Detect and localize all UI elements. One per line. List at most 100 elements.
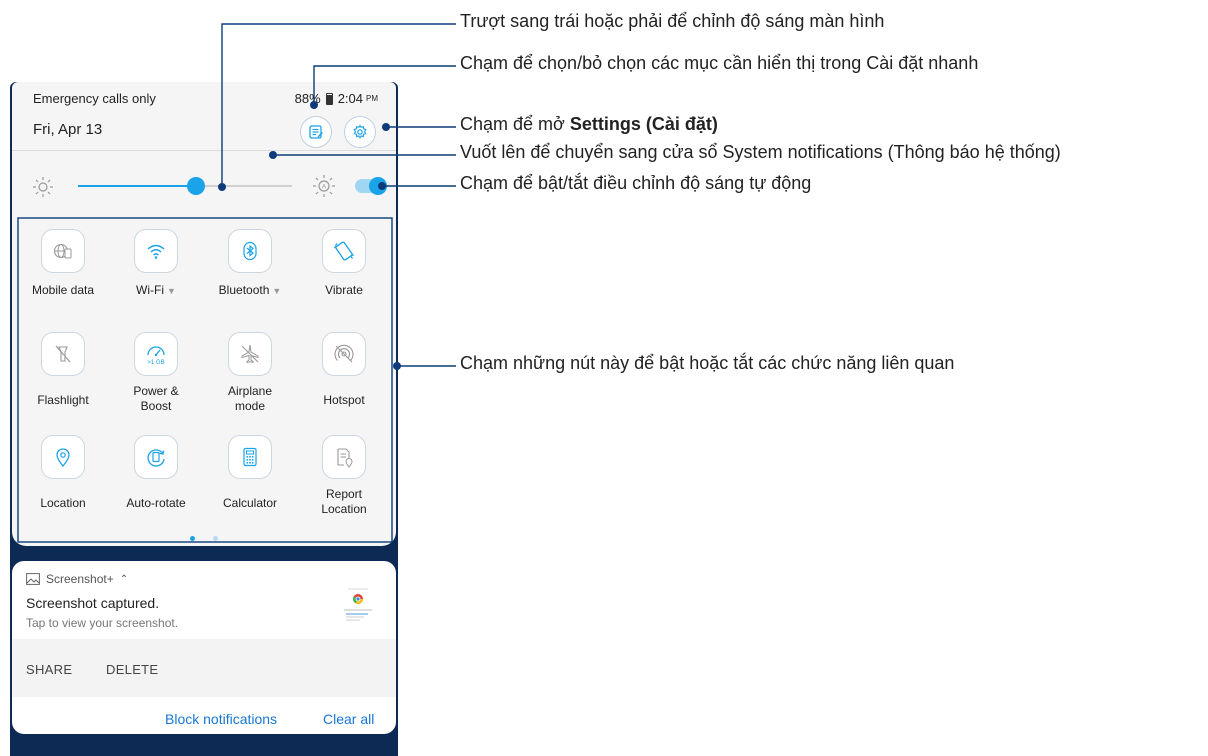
quick-settings-tiles: Mobile data Wi-Fi ▼ Bluetooth ▼ Vibrate … (18, 217, 393, 542)
tile-icon-box (41, 229, 85, 273)
tile-report-location[interactable]: Report Location (299, 435, 389, 517)
globe-sim-icon (53, 243, 72, 259)
page-dot-active[interactable] (189, 536, 195, 541)
battery-icon (325, 92, 333, 105)
tile-icon-box (41, 332, 85, 376)
auto-brightness-toggle[interactable] (355, 177, 387, 195)
tile-label: Power & Boost (133, 384, 179, 413)
tile-icon-box (322, 229, 366, 273)
callout-open-settings-prefix: Chạm để mở (460, 114, 570, 134)
auto-brightness-toggle-knob (369, 177, 387, 195)
tile-icon-box (228, 332, 272, 376)
share-button[interactable]: SHARE (26, 662, 72, 677)
tile-hotspot[interactable]: Hotspot (299, 332, 389, 408)
screenshot-notification[interactable]: Screenshot+ ⌃ Screenshot captured. Tap t… (12, 561, 396, 734)
tile-icon-box (322, 435, 366, 479)
notification-app-header[interactable]: Screenshot+ ⌃ (26, 572, 128, 586)
notification-title: Screenshot captured. (26, 595, 160, 611)
auto-brightness-icon: A (313, 175, 335, 197)
bluetooth-icon (243, 241, 257, 261)
notification-text: Tap to view your screenshot. (26, 616, 179, 630)
date-label: Fri, Apr 13 (33, 121, 103, 138)
brightness-low-icon (33, 177, 53, 197)
report-location-icon (337, 448, 353, 468)
status-meridiem: PM (366, 94, 378, 103)
block-notifications-button[interactable]: Block notifications (165, 711, 277, 727)
wifi-icon (147, 244, 165, 259)
screenshot-thumbnail[interactable] (338, 585, 378, 631)
callout-auto-brightness: Chạm để bật/tắt điều chỉnh độ sáng tự độ… (460, 173, 812, 193)
boost-gauge-icon: >1 GB (147, 346, 165, 366)
tile-icon-box: >1 GB (134, 332, 178, 376)
tile-icon-box (41, 435, 85, 479)
auto-rotate-icon (147, 449, 165, 467)
tile-label: Vibrate (325, 283, 363, 297)
battery-percent: 88% (294, 91, 321, 106)
tile-icon-box (228, 229, 272, 273)
tile-airplane-mode[interactable]: Airplane mode (205, 332, 295, 414)
brightness-slider-fill (78, 185, 196, 187)
tile-label: Calculator (222, 496, 278, 510)
callout-open-settings-bold: Settings (Cài đặt) (569, 114, 718, 134)
status-carrier-text: Emergency calls only (33, 91, 156, 106)
tile-label: Auto-rotate (126, 496, 186, 510)
location-pin-icon (56, 448, 70, 468)
svg-text:A: A (322, 184, 327, 191)
phone-screen: Emergency calls only 88% 2:04 PM Fri, Ap… (10, 82, 398, 756)
tile-label: Airplane mode (227, 384, 273, 413)
callout-swipe-up: Vuốt lên để chuyển sang cửa sổ System no… (460, 142, 1061, 162)
callout-open-settings: Chạm để mở Settings (Cài đặt) (460, 114, 718, 135)
tile-label: Hotspot (323, 393, 365, 407)
tile-label: Wi-Fi ▼ (111, 283, 201, 299)
edit-list-icon (309, 125, 323, 139)
notification-actions: SHARE DELETE (12, 639, 396, 697)
status-time: 2:04 (337, 91, 363, 106)
clear-all-button[interactable]: Clear all (323, 711, 374, 727)
dropdown-caret-icon[interactable]: ▼ (272, 286, 281, 296)
expand-chevron-up-icon[interactable]: ⌃ (120, 574, 128, 585)
tile-mobile-data[interactable]: Mobile data (18, 229, 108, 298)
tile-label: Location (40, 496, 86, 510)
status-bar-right: 88% 2:04 PM (295, 91, 378, 106)
tile-icon-box (228, 435, 272, 479)
callout-edit-quick-settings: Chạm để chọn/bỏ chọn các mục cần hiển th… (460, 53, 979, 73)
tile-vibrate[interactable]: Vibrate (299, 229, 389, 298)
tile-location[interactable]: Location (18, 435, 108, 511)
hotspot-off-icon (334, 344, 354, 363)
calculator-icon (243, 447, 257, 467)
tile-wifi[interactable]: Wi-Fi ▼ (111, 229, 201, 299)
tile-label: Report Location (321, 487, 367, 516)
brightness-slider-track[interactable] (78, 185, 292, 187)
dropdown-caret-icon[interactable]: ▼ (167, 286, 176, 296)
flashlight-off-icon (55, 345, 71, 363)
tile-icon-box (322, 332, 366, 376)
tile-calculator[interactable]: Calculator (205, 435, 295, 511)
page-dot[interactable] (213, 536, 219, 541)
tile-flashlight[interactable]: Flashlight (18, 332, 108, 408)
tile-label: Bluetooth ▼ (205, 283, 295, 299)
tile-power-boost[interactable]: >1 GB Power & Boost (111, 332, 201, 414)
tile-icon-box (134, 229, 178, 273)
vibrate-icon (334, 241, 354, 261)
edit-quick-settings-button[interactable] (300, 116, 332, 148)
image-icon (26, 573, 40, 585)
tile-label-text: Wi-Fi (136, 283, 165, 297)
tile-label: Mobile data (31, 283, 95, 297)
callout-tiles: Chạm những nút này để bật hoặc tắt các c… (460, 353, 955, 373)
svg-text:>1 GB: >1 GB (147, 360, 164, 366)
notification-app-name: Screenshot+ (46, 572, 114, 586)
tile-icon-box (134, 435, 178, 479)
page-indicator (12, 528, 396, 546)
tile-auto-rotate[interactable]: Auto-rotate (111, 435, 201, 511)
airplane-icon (241, 344, 259, 364)
header-divider (12, 150, 396, 151)
callout-brightness-slider: Trượt sang trái hoặc phải để chỉnh độ sá… (460, 11, 885, 31)
settings-button[interactable] (344, 116, 376, 148)
brightness-slider-thumb[interactable] (186, 177, 205, 195)
tile-bluetooth[interactable]: Bluetooth ▼ (205, 229, 295, 299)
gear-icon (353, 124, 367, 139)
tile-label: Flashlight (37, 393, 89, 407)
quick-settings-panel: Emergency calls only 88% 2:04 PM Fri, Ap… (12, 82, 396, 546)
delete-button[interactable]: DELETE (106, 662, 158, 677)
tile-label-text: Bluetooth (218, 283, 270, 297)
